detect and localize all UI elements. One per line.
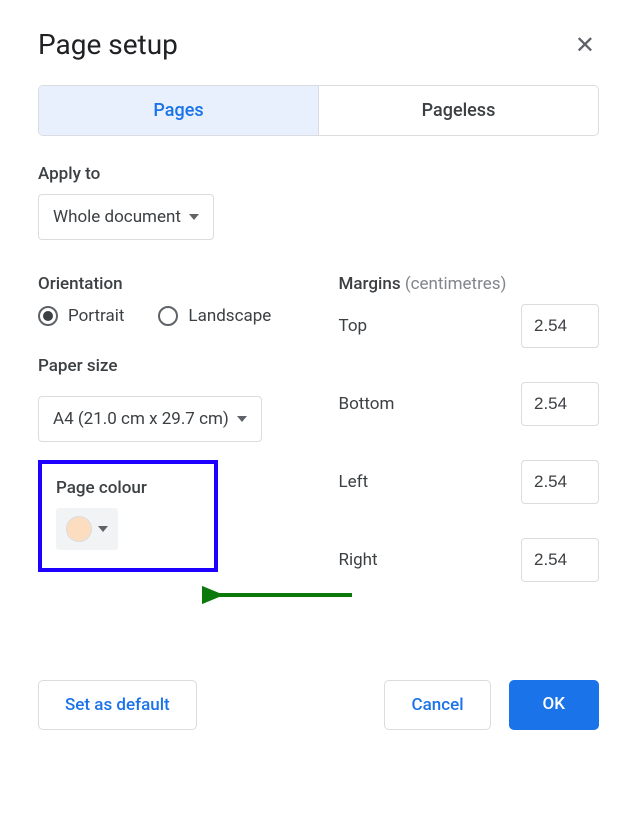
paper-size-dropdown[interactable]: A4 (21.0 cm x 29.7 cm) [38, 396, 262, 442]
orientation-label: Orientation [38, 274, 299, 294]
page-colour-dropdown[interactable] [56, 508, 118, 550]
apply-to-label: Apply to [38, 164, 599, 184]
mode-tabs: Pages Pageless [38, 85, 599, 136]
page-colour-section-highlight: Page colour [38, 460, 218, 572]
dialog-title: Page setup [38, 28, 178, 61]
right-column: Margins (centimetres) Top Bottom Left Ri… [339, 274, 600, 616]
chevron-down-icon [237, 416, 247, 422]
cancel-button[interactable]: Cancel [384, 680, 490, 730]
margin-left-row: Left [339, 460, 600, 504]
margin-top-label: Top [339, 316, 368, 336]
margin-left-label: Left [339, 472, 369, 492]
margin-right-input[interactable] [521, 538, 599, 582]
portrait-label: Portrait [68, 306, 124, 326]
margin-bottom-label: Bottom [339, 394, 395, 414]
margin-right-row: Right [339, 538, 600, 582]
chevron-down-icon [189, 214, 199, 220]
tab-pageless[interactable]: Pageless [319, 86, 598, 135]
colour-swatch-icon [66, 516, 92, 542]
margin-right-label: Right [339, 550, 378, 570]
orientation-landscape-radio[interactable]: Landscape [158, 306, 271, 326]
margins-label: Margins (centimetres) [339, 274, 600, 294]
page-setup-dialog: Page setup ✕ Pages Pageless Apply to Who… [0, 0, 637, 762]
orientation-portrait-radio[interactable]: Portrait [38, 306, 124, 326]
dialog-footer: Set as default Cancel OK [38, 680, 599, 730]
ok-button[interactable]: OK [509, 680, 599, 730]
margin-bottom-input[interactable] [521, 382, 599, 426]
close-icon[interactable]: ✕ [571, 29, 599, 61]
margin-top-row: Top [339, 304, 600, 348]
set-as-default-button[interactable]: Set as default [38, 680, 197, 730]
radio-icon [158, 306, 178, 326]
margin-bottom-row: Bottom [339, 382, 600, 426]
paper-size-value: A4 (21.0 cm x 29.7 cm) [53, 409, 229, 429]
dialog-header: Page setup ✕ [38, 28, 599, 61]
landscape-label: Landscape [188, 306, 271, 326]
tab-pages[interactable]: Pages [39, 86, 319, 135]
radio-icon [38, 306, 58, 326]
page-colour-label: Page colour [56, 478, 200, 498]
margin-left-input[interactable] [521, 460, 599, 504]
paper-size-label: Paper size [38, 356, 299, 376]
margin-top-input[interactable] [521, 304, 599, 348]
apply-to-dropdown[interactable]: Whole document [38, 194, 214, 240]
chevron-down-icon [98, 526, 108, 532]
apply-to-value: Whole document [53, 207, 181, 227]
left-column: Orientation Portrait Landscape Paper siz… [38, 274, 299, 616]
